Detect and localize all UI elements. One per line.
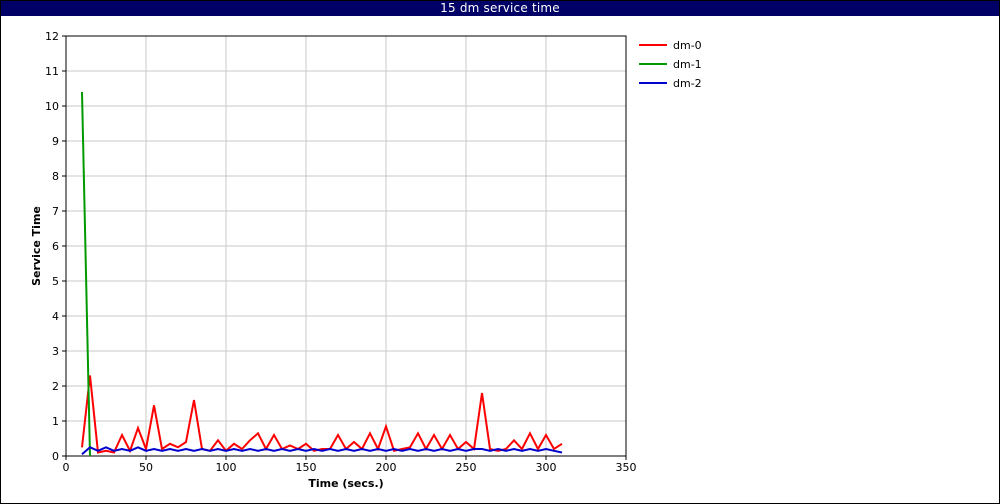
y-tick-label: 11	[45, 65, 59, 78]
x-tick-label: 300	[536, 461, 557, 474]
y-tick-label: 10	[45, 100, 59, 113]
y-tick-label: 9	[52, 135, 59, 148]
y-tick-label: 0	[52, 450, 59, 463]
y-tick-label: 2	[52, 380, 59, 393]
y-tick-label: 7	[52, 205, 59, 218]
y-tick-label: 12	[45, 30, 59, 43]
legend-label-dm-2: dm-2	[673, 77, 702, 90]
x-tick-label: 50	[139, 461, 153, 474]
series-lines	[81, 91, 563, 457]
y-tick-label: 6	[52, 240, 59, 253]
x-tick-label: 0	[63, 461, 70, 474]
y-tick-label: 8	[52, 170, 59, 183]
line-chart: 01234567891011120 50 100 150 200 250 300 350 Ti…	[30, 30, 702, 490]
x-axis-label: Time (secs.)	[308, 477, 383, 490]
chart-window: 15 dm service time 0 1 2 3 4 5 6 7 8 9 10 11 12 0 50 10…	[0, 0, 1000, 504]
x-tick-label: 250	[456, 461, 477, 474]
x-tick-label: 350	[616, 461, 637, 474]
y-tick-label: 4	[52, 310, 59, 323]
y-axis-label: Service Time	[30, 206, 43, 286]
legend-label-dm-1: dm-1	[673, 58, 702, 71]
y-tick-label: 1	[52, 415, 59, 428]
series-line-dm-1	[81, 91, 91, 457]
x-tick-label: 150	[296, 461, 317, 474]
legend-label-dm-0: dm-0	[673, 39, 702, 52]
x-tick-label: 200	[376, 461, 397, 474]
y-tick-label: 5	[52, 275, 59, 288]
series-line-dm-0	[81, 375, 563, 454]
x-tick-label: 100	[216, 461, 237, 474]
legend: dm-0 dm-1 dm-2	[639, 39, 702, 90]
axis-ticks: 01234567891011120 50 100 150 200 250 300 350	[45, 30, 637, 474]
grid	[66, 36, 626, 456]
y-tick-label: 3	[52, 345, 59, 358]
